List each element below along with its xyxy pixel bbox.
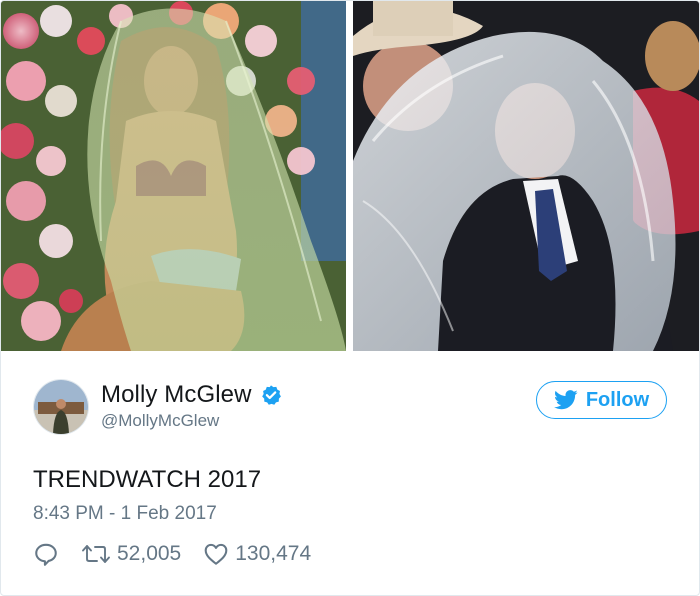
retweet-icon	[81, 542, 111, 566]
retweet-count: 52,005	[117, 542, 182, 565]
twitter-bird-icon	[553, 390, 578, 410]
author-name[interactable]: Molly McGlew	[101, 381, 252, 409]
heart-icon	[203, 542, 229, 566]
media-photo-right[interactable]	[353, 1, 699, 351]
follow-label: Follow	[585, 388, 650, 411]
like-count: 130,474	[235, 542, 312, 565]
tweet-media[interactable]	[1, 1, 699, 351]
author-handle[interactable]: @MollyMcGlew	[101, 411, 219, 431]
reply-icon	[33, 541, 59, 567]
tweet-timestamp[interactable]: 8:43 PM - 1 Feb 2017	[33, 503, 217, 525]
author-name-row: Molly McGlew	[101, 381, 282, 409]
like-button[interactable]: 130,474	[203, 542, 311, 566]
verified-badge-icon	[260, 384, 282, 406]
follow-button[interactable]: Follow	[536, 381, 667, 419]
reply-button[interactable]	[33, 541, 59, 567]
tweet-actions: 52,005 130,474	[33, 539, 311, 569]
retweet-button[interactable]: 52,005	[81, 542, 181, 566]
avatar[interactable]	[33, 379, 89, 435]
tweet-text: TRENDWATCH 2017	[33, 466, 262, 493]
tweet-card: Molly McGlew @MollyMcGlew Follow TRENDWA…	[0, 0, 700, 596]
media-photo-left[interactable]	[1, 1, 346, 351]
